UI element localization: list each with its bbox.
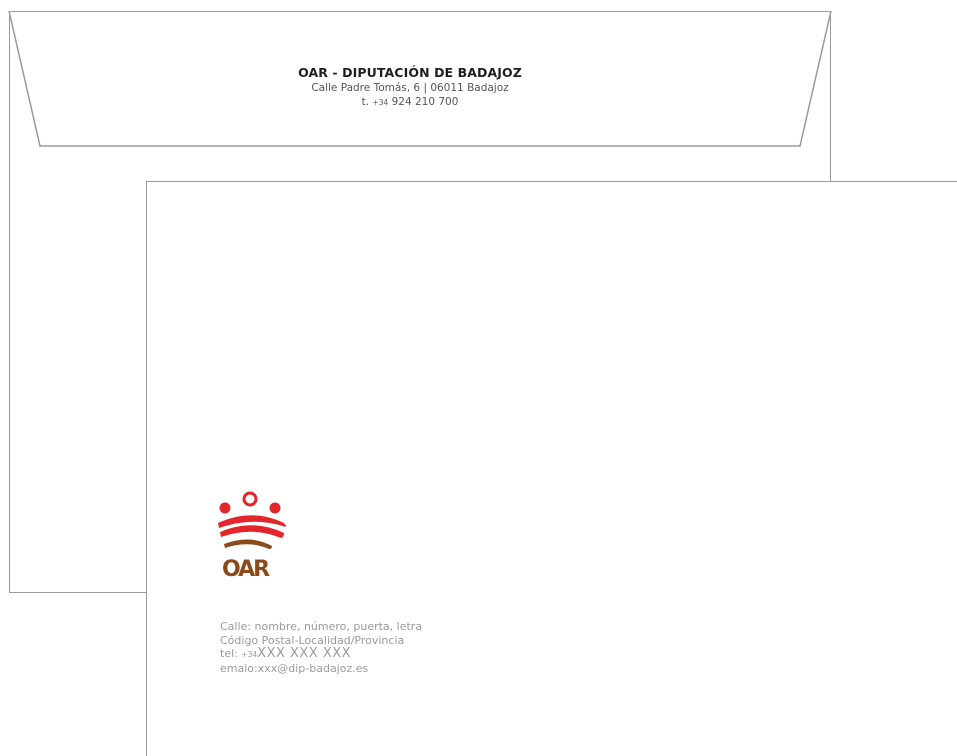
letter-address-block: Calle: nombre, número, puerta, letra Cód… (220, 620, 520, 675)
sender-phone-number: 924 210 700 (391, 96, 459, 108)
address-line-street: Calle: nombre, número, puerta, letra (220, 620, 423, 633)
address-line-postal: Código Postal-Localidad/Provincia (220, 633, 405, 647)
oar-logo-text: OAR (222, 557, 270, 582)
tel-label: tel: (220, 647, 238, 660)
tel-number: XXX XXX XXX (257, 646, 352, 661)
sender-phone: t. +34 924 210 700 (200, 95, 620, 110)
sender-phone-prefix: +34 (372, 98, 389, 107)
envelope-sender-block: OAR - DIPUTACIÓN DE BADAJOZ Calle Padre … (200, 65, 620, 110)
sender-address: Calle Padre Tomás, 6 | 06011 Badajoz (311, 82, 509, 94)
address-line-tel: tel: +34XXX XXX XXX (220, 647, 520, 662)
mockup-canvas: OAR - DIPUTACIÓN DE BADAJOZ Calle Padre … (0, 0, 957, 756)
address-line-email: emaio:xxx@dip-badajoz.es (220, 661, 369, 675)
sender-name: OAR - DIPUTACIÓN DE BADAJOZ (298, 65, 522, 80)
sender-phone-label: t. (361, 96, 370, 108)
tel-prefix: +34 (241, 650, 258, 659)
